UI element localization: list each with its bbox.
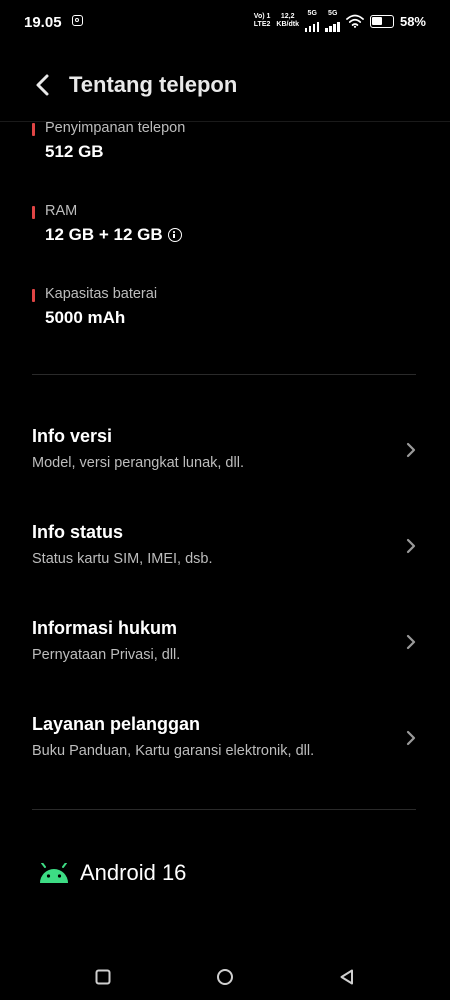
spec-value-text: 12 GB + 12 GB bbox=[45, 225, 163, 244]
spec-value: 512 GB bbox=[45, 142, 104, 162]
chevron-right-icon bbox=[406, 538, 416, 554]
spec-value-text: 512 GB bbox=[45, 142, 104, 161]
menu-item-title: Info status bbox=[32, 522, 124, 542]
network-speed: 12,2 KB/dtk bbox=[276, 13, 299, 29]
chevron-right-icon bbox=[406, 634, 416, 650]
menu-item-info-status[interactable]: Info status Status kartu SIM, IMEI, dsb. bbox=[0, 508, 450, 588]
accent-bar bbox=[32, 123, 35, 136]
speed-value: 12,2 bbox=[280, 13, 295, 20]
recents-square-icon[interactable] bbox=[93, 967, 113, 987]
menu-item-title: Informasi hukum bbox=[32, 618, 178, 638]
speed-unit: KB/dtk bbox=[276, 21, 299, 28]
volte-top: Vo) 1 bbox=[253, 13, 271, 20]
menu-item-informasi-hukum[interactable]: Informasi hukum Pernyataan Privasi, dll. bbox=[0, 604, 450, 684]
status-time: 19.05 bbox=[24, 14, 62, 31]
spec-label: Penyimpanan telepon bbox=[45, 120, 186, 136]
android-version: Android 16 bbox=[38, 860, 186, 886]
app-header: Tentang telepon bbox=[0, 60, 450, 110]
menu-item-subtitle: Pernyataan Privasi, dll. bbox=[32, 647, 181, 663]
chevron-right-icon bbox=[406, 442, 416, 458]
menu-item-subtitle: Status kartu SIM, IMEI, dsb. bbox=[32, 551, 213, 567]
spec-value: 5000 mAh bbox=[45, 308, 125, 328]
battery-icon bbox=[369, 14, 394, 28]
spec-label: RAM bbox=[45, 203, 78, 219]
android-robot-icon bbox=[40, 863, 68, 883]
sim1-signal: 5G bbox=[304, 10, 320, 32]
volte-bottom: LTE2 bbox=[253, 21, 271, 28]
back-triangle-icon[interactable] bbox=[337, 967, 357, 987]
status-bar: 19.05 Vo) 1 LTE2 12,2 KB/dtk 5G 5G 58% bbox=[0, 0, 450, 46]
sim2-signal: 5G bbox=[325, 10, 340, 32]
accent-bar bbox=[32, 206, 35, 219]
sim1-label: 5G bbox=[307, 10, 317, 17]
menu-item-title: Info versi bbox=[32, 426, 113, 446]
battery-percentage: 58% bbox=[399, 13, 426, 29]
spec-value-text: 5000 mAh bbox=[45, 308, 126, 327]
wifi-icon bbox=[346, 14, 364, 28]
spec-label: Kapasitas baterai bbox=[45, 286, 158, 302]
volte-indicator: Vo) 1 LTE2 bbox=[254, 13, 271, 29]
instagram-notification-icon bbox=[72, 15, 83, 26]
system-navigation-bar bbox=[0, 955, 450, 1000]
info-icon[interactable] bbox=[167, 228, 182, 242]
spec-value: 12 GB + 12 GB bbox=[45, 225, 182, 245]
section-divider bbox=[32, 809, 416, 810]
back-arrow-icon[interactable] bbox=[32, 73, 54, 97]
section-divider bbox=[32, 374, 416, 375]
signal-icon bbox=[304, 18, 320, 32]
accent-bar bbox=[32, 289, 35, 302]
signal-icon bbox=[325, 18, 340, 32]
menu-item-layanan-pelanggan[interactable]: Layanan pelanggan Buku Panduan, Kartu ga… bbox=[0, 700, 450, 780]
menu-item-title: Layanan pelanggan bbox=[32, 714, 201, 734]
menu-item-info-versi[interactable]: Info versi Model, versi perangkat lunak,… bbox=[0, 412, 450, 492]
battery-fill bbox=[372, 17, 383, 25]
android-version-label: Android 16 bbox=[80, 860, 187, 885]
home-circle-icon[interactable] bbox=[215, 967, 235, 987]
status-icons: Vo) 1 LTE2 12,2 KB/dtk 5G 5G 58% bbox=[254, 10, 426, 32]
chevron-right-icon bbox=[406, 730, 416, 746]
page-title: Tentang telepon bbox=[69, 72, 238, 97]
sim2-label: 5G bbox=[328, 10, 338, 17]
menu-item-subtitle: Model, versi perangkat lunak, dll. bbox=[32, 455, 244, 471]
menu-item-subtitle: Buku Panduan, Kartu garansi elektronik, … bbox=[32, 743, 315, 759]
